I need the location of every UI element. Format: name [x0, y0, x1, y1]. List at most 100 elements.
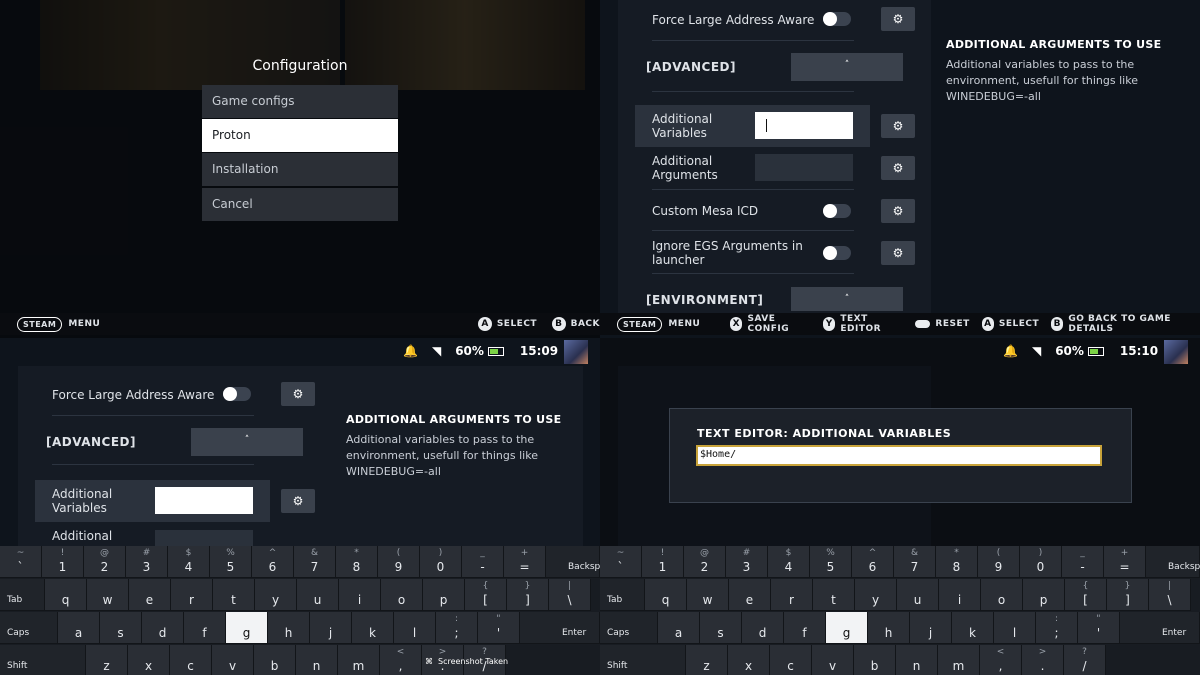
force-laa-toggle[interactable]	[223, 387, 251, 401]
key-1[interactable]: ! 1	[642, 546, 684, 578]
reset-label[interactable]: RESET	[935, 319, 969, 329]
key-4[interactable]: $4	[168, 546, 210, 578]
key-l[interactable]: l	[994, 612, 1036, 644]
key-\[interactable]: | \	[549, 579, 591, 611]
key-e[interactable]: e	[129, 579, 171, 611]
menu-item-installation[interactable]: Installation	[202, 153, 398, 186]
menu-item-cancel[interactable]: Cancel	[202, 188, 398, 221]
key-s[interactable]: s	[100, 612, 142, 644]
gear-icon[interactable]: ⚙	[881, 7, 915, 31]
gear-icon[interactable]: ⚙	[881, 199, 915, 223]
key-/[interactable]: ? /	[1064, 645, 1106, 675]
caps-key[interactable]: Caps	[0, 612, 58, 644]
key-'[interactable]: " '	[478, 612, 520, 644]
key-e[interactable]: e	[729, 579, 771, 611]
key-v[interactable]: v	[212, 645, 254, 675]
key-1[interactable]: ! 1	[42, 546, 84, 578]
key-8[interactable]: * 8	[936, 546, 978, 578]
key-q[interactable]: q	[645, 579, 687, 611]
key-7[interactable]: & 7	[894, 546, 936, 578]
key-n[interactable]: n	[296, 645, 338, 675]
key-j[interactable]: j	[310, 612, 352, 644]
key-w[interactable]: w	[687, 579, 729, 611]
key-3[interactable]: #3	[126, 546, 168, 578]
key-`[interactable]: ~ `	[0, 546, 42, 578]
key-4[interactable]: $4	[768, 546, 810, 578]
key-6[interactable]: ^ 6	[252, 546, 294, 578]
go-back-label[interactable]: GO BACK TO GAME DETAILS	[1068, 314, 1200, 334]
key-d[interactable]: d	[742, 612, 784, 644]
key-n[interactable]: n	[896, 645, 938, 675]
key-h[interactable]: h	[268, 612, 310, 644]
key-'[interactable]: " '	[1078, 612, 1120, 644]
additional-variables-input[interactable]	[155, 487, 253, 514]
key-q[interactable]: q	[45, 579, 87, 611]
key-0[interactable]: ) 0	[1020, 546, 1062, 578]
key-y[interactable]: y	[255, 579, 297, 611]
key-0[interactable]: ) 0	[420, 546, 462, 578]
gear-icon[interactable]: ⚙	[281, 382, 315, 406]
key-p[interactable]: p	[1023, 579, 1065, 611]
key-u[interactable]: u	[297, 579, 339, 611]
key-r[interactable]: r	[171, 579, 213, 611]
key-[[interactable]: {[	[465, 579, 507, 611]
key-m[interactable]: m	[938, 645, 980, 675]
key-z[interactable]: z	[686, 645, 728, 675]
key-p[interactable]: p	[423, 579, 465, 611]
key-u[interactable]: u	[897, 579, 939, 611]
gear-icon[interactable]: ⚙	[881, 156, 915, 180]
additional-arguments-input[interactable]	[155, 530, 253, 546]
additional-arguments-input[interactable]	[755, 154, 853, 181]
key-z[interactable]: z	[86, 645, 128, 675]
select-label[interactable]: SELECT	[497, 319, 537, 329]
key-a[interactable]: a	[58, 612, 100, 644]
menu-item-proton[interactable]: Proton	[202, 119, 398, 152]
key-b[interactable]: b	[854, 645, 896, 675]
caps-key[interactable]: Caps	[600, 612, 658, 644]
key-.[interactable]: >.	[1022, 645, 1064, 675]
back-label[interactable]: BACK	[571, 319, 600, 329]
key-h[interactable]: h	[868, 612, 910, 644]
key-m[interactable]: m	[338, 645, 380, 675]
key-c[interactable]: c	[170, 645, 212, 675]
avatar[interactable]	[564, 340, 588, 364]
force-laa-toggle[interactable]	[823, 12, 851, 26]
key-;[interactable]: :;	[1036, 612, 1078, 644]
key-`[interactable]: ~ `	[600, 546, 642, 578]
key-x[interactable]: x	[728, 645, 770, 675]
key-g[interactable]: g	[826, 612, 868, 644]
key-][interactable]: }]	[1107, 579, 1149, 611]
key-2[interactable]: @2	[684, 546, 726, 578]
key-][interactable]: }]	[507, 579, 549, 611]
key-6[interactable]: ^ 6	[852, 546, 894, 578]
environment-collapse-button[interactable]: ˄	[791, 287, 903, 311]
key-f[interactable]: f	[784, 612, 826, 644]
key-t[interactable]: t	[813, 579, 855, 611]
additional-variables-input[interactable]	[755, 112, 853, 139]
select-label[interactable]: SELECT	[999, 319, 1039, 329]
text-editor-input[interactable]: $Home/	[696, 445, 1102, 466]
advanced-collapse-button[interactable]: ˄	[191, 428, 303, 456]
key-b[interactable]: b	[254, 645, 296, 675]
key--[interactable]: _ -	[462, 546, 504, 578]
steam-button[interactable]: STEAM	[17, 316, 63, 332]
custom-mesa-toggle[interactable]	[823, 204, 851, 218]
key-o[interactable]: o	[981, 579, 1023, 611]
key-l[interactable]: l	[394, 612, 436, 644]
tab-key[interactable]: Tab	[0, 579, 45, 611]
key-k[interactable]: k	[952, 612, 994, 644]
key-x[interactable]: x	[128, 645, 170, 675]
key-i[interactable]: i	[939, 579, 981, 611]
text-editor-label[interactable]: TEXT EDITOR	[840, 314, 902, 334]
menu-item-game-configs[interactable]: Game configs	[202, 85, 398, 118]
key-j[interactable]: j	[910, 612, 952, 644]
key-k[interactable]: k	[352, 612, 394, 644]
key-\[interactable]: | \	[1149, 579, 1191, 611]
key-8[interactable]: * 8	[336, 546, 378, 578]
key-3[interactable]: #3	[726, 546, 768, 578]
enter-key[interactable]: Enter	[1120, 612, 1200, 644]
key-7[interactable]: & 7	[294, 546, 336, 578]
save-config-label[interactable]: SAVE CONFIG	[747, 314, 811, 334]
key-a[interactable]: a	[658, 612, 700, 644]
key-v[interactable]: v	[812, 645, 854, 675]
